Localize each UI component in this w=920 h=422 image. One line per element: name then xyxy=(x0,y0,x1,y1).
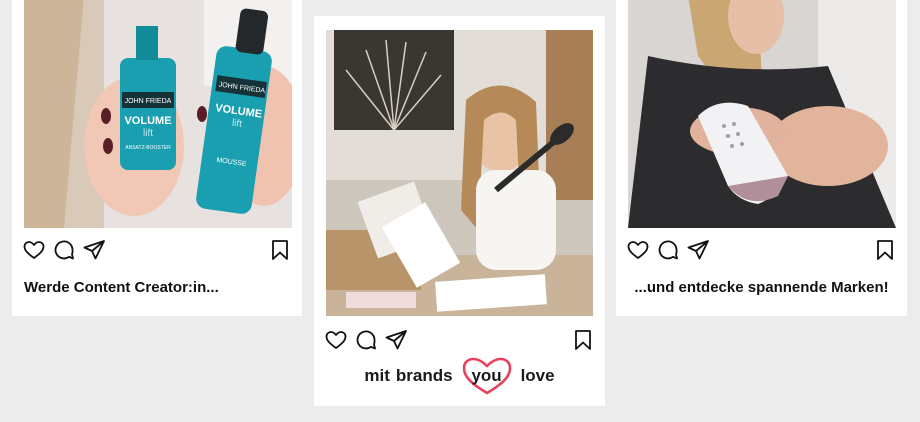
post-image-hair-products: JOHN FRIEDA VOLUME lift ANSATZ-BOOSTER J… xyxy=(24,0,292,228)
bottle-label-brand-1: JOHN FRIEDA xyxy=(125,98,172,105)
send-icon[interactable] xyxy=(384,328,408,352)
slogan-word-brands: brands xyxy=(395,366,453,385)
slogan-word-love: love xyxy=(520,366,555,385)
heart-icon[interactable] xyxy=(324,328,348,352)
heart-icon[interactable] xyxy=(626,238,650,262)
bottle-label-volume-1: VOLUME xyxy=(124,115,171,127)
bookmark-icon[interactable] xyxy=(873,238,897,262)
heart-logo: you xyxy=(460,356,514,396)
bottle-label-lift-2: lift xyxy=(231,118,243,130)
post-card-3: ...und entdecke spannende Marken! xyxy=(616,0,907,316)
comment-icon[interactable] xyxy=(52,238,76,262)
post-image-ipl-device xyxy=(628,0,896,228)
post-actions xyxy=(22,238,292,262)
send-icon[interactable] xyxy=(82,238,106,262)
bookmark-icon[interactable] xyxy=(571,328,595,352)
post-card-2: mit brands you love xyxy=(314,16,605,406)
post-actions xyxy=(324,328,595,352)
brand-slogan: mit brands you love xyxy=(314,356,605,396)
bottle-label-lift-1: lift xyxy=(143,128,153,139)
heart-icon[interactable] xyxy=(22,238,46,262)
post-actions xyxy=(626,238,897,262)
comment-icon[interactable] xyxy=(354,328,378,352)
comment-icon[interactable] xyxy=(656,238,680,262)
post-image-unboxing xyxy=(326,30,593,316)
bottle-label-booster: ANSATZ-BOOSTER xyxy=(125,145,171,151)
bookmark-icon[interactable] xyxy=(268,238,292,262)
post-caption: Werde Content Creator:in... xyxy=(24,279,219,296)
send-icon[interactable] xyxy=(686,238,710,262)
slogan-word-mit: mit xyxy=(364,366,390,385)
slogan-word-you: you xyxy=(471,366,502,385)
post-card-1: JOHN FRIEDA VOLUME lift ANSATZ-BOOSTER J… xyxy=(12,0,302,316)
post-caption: ...und entdecke spannende Marken! xyxy=(634,279,889,296)
